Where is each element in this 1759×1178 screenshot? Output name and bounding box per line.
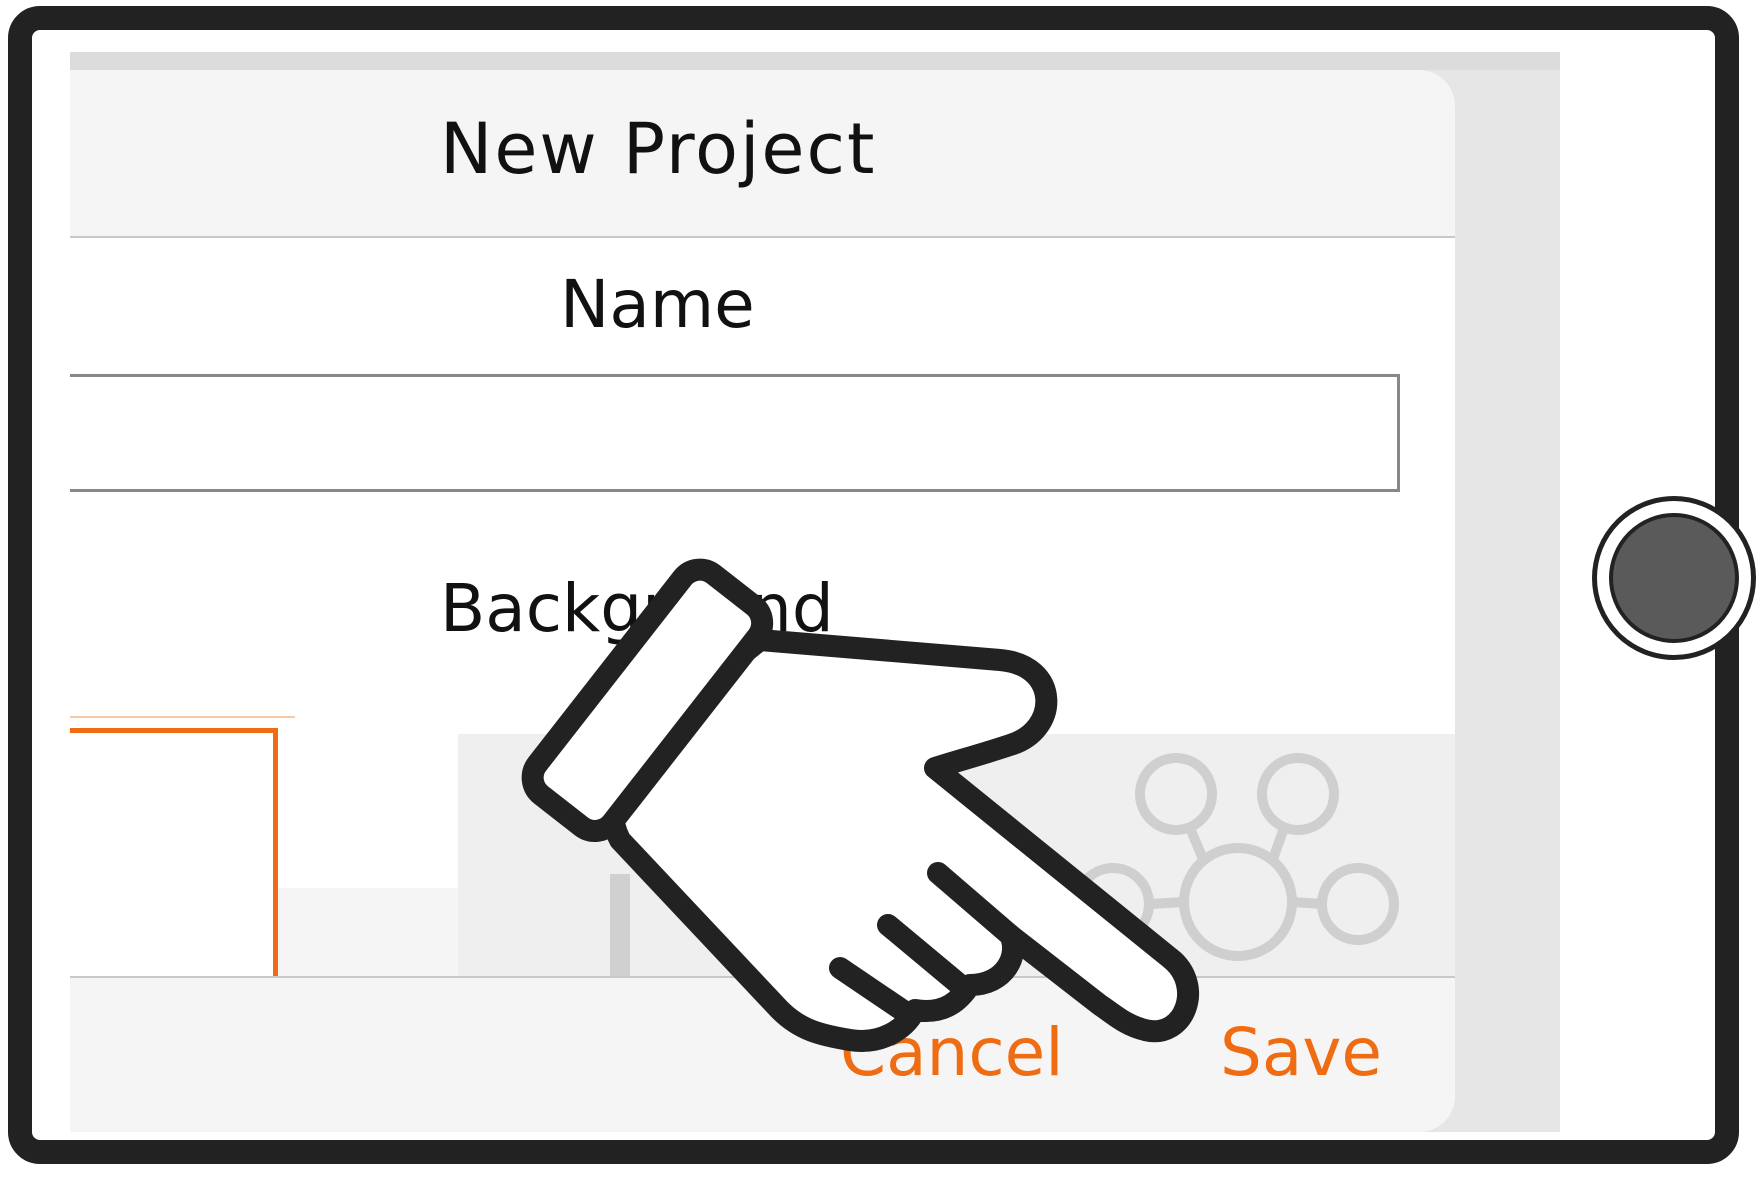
dialog-footer: Cancel Save [70,976,1455,1132]
cancel-button[interactable]: Cancel [840,1014,1064,1091]
dialog-header: New Project [70,70,1455,238]
background-option-mind-map[interactable] [458,734,1455,1004]
home-button-center [1609,513,1739,643]
dialog-body: Name Background [70,238,1455,1004]
home-button[interactable] [1592,496,1756,660]
name-label: Name [560,266,755,343]
new-project-dialog: New Project Name Background Cancel Save [70,70,1455,1132]
tablet-screen: New Project Name Background Cancel Save [70,52,1560,1132]
project-name-input[interactable] [70,374,1400,492]
background-option-blank[interactable] [70,728,278,988]
background-label: Background [440,570,834,647]
mind-map-icon [610,753,1399,1004]
status-bar [70,52,1560,70]
save-button[interactable]: Save [1220,1014,1382,1091]
dialog-title: New Project [440,108,877,190]
background-option-divider [70,716,295,718]
